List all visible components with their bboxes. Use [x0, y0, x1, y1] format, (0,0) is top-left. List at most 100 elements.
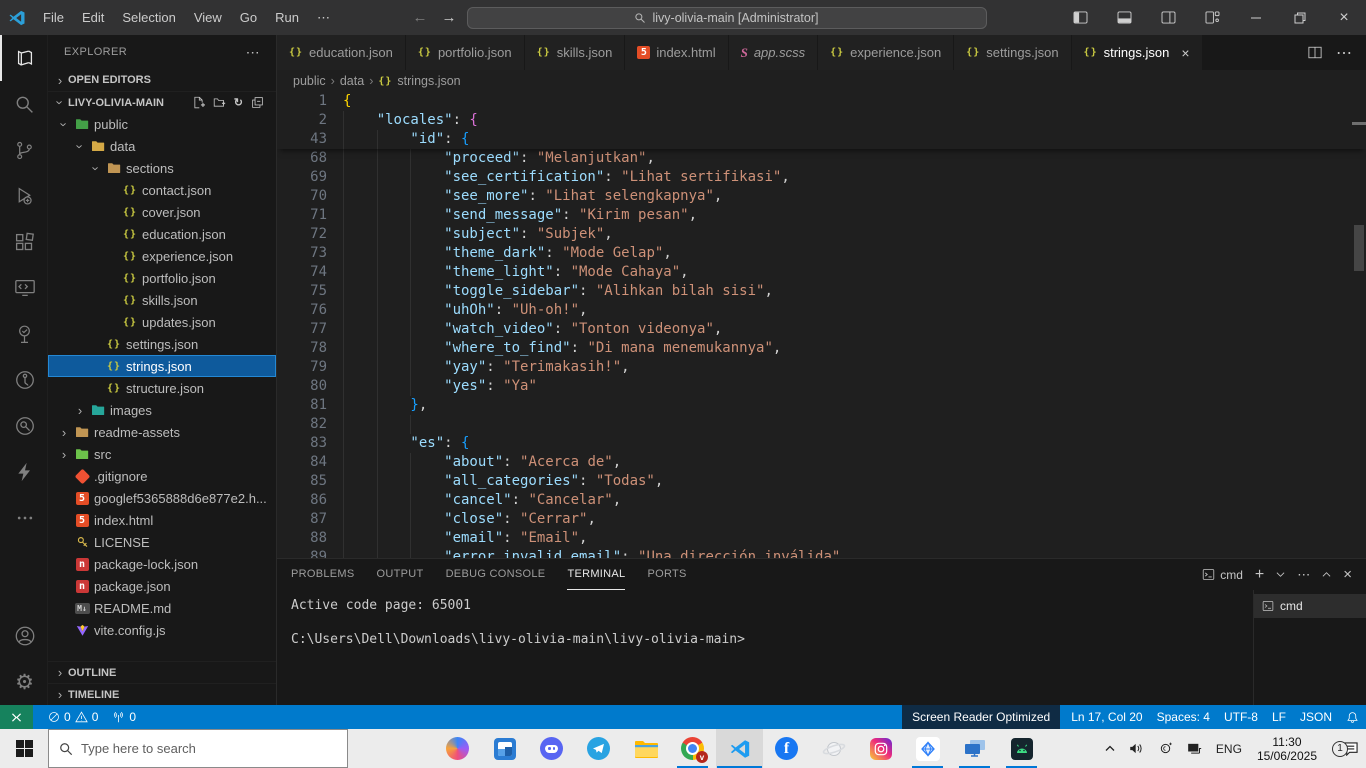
tree-item-contact.json[interactable]: {} contact.json — [48, 179, 276, 201]
close-window-button[interactable]: × — [1324, 1, 1364, 34]
tab-index.html[interactable]: 5index.html — [625, 35, 728, 70]
toggle-secondary-sidebar-icon[interactable] — [1148, 1, 1188, 34]
problems-status[interactable]: 0 0 — [41, 705, 105, 729]
tray-expand-icon[interactable] — [1098, 745, 1122, 752]
history-forward-button[interactable]: → — [442, 9, 457, 26]
remote-indicator[interactable] — [0, 705, 33, 729]
notification-center-icon[interactable]: 1 — [1325, 741, 1366, 757]
open-editors-section[interactable]: ›OPEN EDITORS — [48, 69, 276, 91]
screen-reader-badge[interactable]: Screen Reader Optimized — [902, 705, 1060, 729]
new-folder-icon[interactable] — [213, 96, 226, 109]
taskbar-app-discord[interactable] — [528, 729, 575, 768]
toggle-primary-sidebar-icon[interactable] — [1060, 1, 1100, 34]
panel-tab-ports[interactable]: PORTS — [647, 559, 686, 590]
encoding[interactable]: UTF-8 — [1217, 705, 1265, 729]
tree-item-data[interactable]: › data — [48, 135, 276, 157]
tree-item-skills.json[interactable]: {} skills.json — [48, 289, 276, 311]
taskbar-app-remote-monitors[interactable] — [951, 729, 998, 768]
customize-layout-icon[interactable] — [1192, 1, 1232, 34]
panel-tab-debug-console[interactable]: DEBUG CONSOLE — [446, 559, 546, 590]
source-control-icon[interactable] — [0, 127, 47, 173]
restore-button[interactable] — [1280, 1, 1320, 34]
tree-item-package-lock.json[interactable]: n package-lock.json — [48, 553, 276, 575]
remote-explorer-icon[interactable] — [0, 265, 47, 311]
tab-education.json[interactable]: {}education.json — [277, 35, 406, 70]
tree-item-src[interactable]: › src — [48, 443, 276, 465]
cursor-position[interactable]: Ln 17, Col 20 — [1064, 705, 1149, 729]
gitlens-inspect-icon[interactable] — [0, 403, 47, 449]
breadcrumb-item[interactable]: data — [340, 74, 364, 88]
editor-more-actions-icon[interactable]: ⋯ — [1336, 43, 1352, 63]
tree-item-package.json[interactable]: n package.json — [48, 575, 276, 597]
panel-tab-output[interactable]: OUTPUT — [377, 559, 424, 590]
tree-item-readme-assets[interactable]: › readme-assets — [48, 421, 276, 443]
editor-scrollbar[interactable] — [1352, 92, 1366, 558]
todo-tree-icon[interactable] — [0, 311, 47, 357]
taskbar-app-instagram[interactable] — [857, 729, 904, 768]
menu-run[interactable]: Run — [266, 10, 308, 26]
command-center-search[interactable]: livy-olivia-main [Administrator] — [467, 7, 987, 29]
explorer-icon[interactable] — [0, 35, 47, 81]
thunder-client-icon[interactable] — [0, 449, 47, 495]
refresh-icon[interactable]: ↻ — [234, 96, 243, 109]
tree-item-structure.json[interactable]: {} structure.json — [48, 377, 276, 399]
tree-item-.gitignore[interactable]: .gitignore — [48, 465, 276, 487]
language-mode[interactable]: JSON — [1293, 705, 1339, 729]
tree-item-settings.json[interactable]: {} settings.json — [48, 333, 276, 355]
taskbar-app-diamond[interactable] — [904, 729, 951, 768]
close-tab-icon[interactable]: × — [1181, 45, 1189, 61]
new-terminal-icon[interactable]: + — [1255, 566, 1264, 584]
toggle-panel-icon[interactable] — [1104, 1, 1144, 34]
breadcrumb-item[interactable]: {} strings.json — [378, 74, 460, 88]
taskbar-app-copilot[interactable] — [434, 729, 481, 768]
run-debug-icon[interactable] — [0, 173, 47, 219]
taskbar-app-file-explorer[interactable] — [622, 729, 669, 768]
maximize-panel-icon[interactable] — [1322, 571, 1331, 578]
menu-⋯[interactable]: ⋯ — [308, 10, 339, 26]
minimize-button[interactable] — [1236, 1, 1276, 34]
tray-meet-icon[interactable] — [1151, 742, 1180, 755]
panel-tab-problems[interactable]: PROBLEMS — [291, 559, 355, 590]
menu-edit[interactable]: Edit — [73, 10, 113, 26]
tab-strings.json[interactable]: {}strings.json× — [1072, 35, 1203, 70]
eol-sequence[interactable]: LF — [1265, 705, 1293, 729]
tree-item-cover.json[interactable]: {} cover.json — [48, 201, 276, 223]
taskbar-app-chrome[interactable]: v — [669, 729, 716, 768]
tree-item-googlef5365888d6e877e2.h...[interactable]: 5 googlef5365888d6e877e2.h... — [48, 487, 276, 509]
tree-item-LICENSE[interactable]: LICENSE — [48, 531, 276, 553]
indentation[interactable]: Spaces: 4 — [1150, 705, 1217, 729]
taskbar-app-planet[interactable] — [810, 729, 857, 768]
taskbar-app-facebook[interactable]: f — [763, 729, 810, 768]
tab-settings.json[interactable]: {}settings.json — [954, 35, 1071, 70]
timeline-section[interactable]: ›TIMELINE — [48, 683, 276, 705]
terminal-output[interactable]: Active code page: 65001 C:\Users\Dell\Do… — [277, 590, 1253, 705]
menu-view[interactable]: View — [185, 10, 231, 26]
start-button[interactable] — [0, 729, 48, 768]
settings-gear-icon[interactable]: ⚙ — [0, 659, 47, 705]
breadcrumb-item[interactable]: public — [293, 74, 326, 88]
menu-file[interactable]: File — [34, 10, 73, 26]
menu-go[interactable]: Go — [231, 10, 266, 26]
ports-status[interactable]: 0 — [105, 705, 143, 729]
tab-experience.json[interactable]: {}experience.json — [818, 35, 954, 70]
outline-section[interactable]: ›OUTLINE — [48, 661, 276, 683]
collapse-folders-icon[interactable] — [251, 96, 264, 109]
taskbar-search-input[interactable]: Type here to search — [48, 729, 348, 768]
new-file-icon[interactable] — [192, 96, 205, 109]
tree-item-education.json[interactable]: {} education.json — [48, 223, 276, 245]
explorer-more-actions-icon[interactable]: ⋯ — [246, 44, 260, 61]
tree-item-public[interactable]: › public — [48, 113, 276, 135]
terminal-profile-label[interactable]: cmd — [1202, 568, 1243, 582]
tree-item-README.md[interactable]: M↓ README.md — [48, 597, 276, 619]
taskbar-clock[interactable]: 11:30 15/06/2025 — [1249, 735, 1325, 763]
menu-selection[interactable]: Selection — [113, 10, 184, 26]
close-panel-icon[interactable]: × — [1343, 566, 1352, 583]
language-indicator[interactable]: ENG — [1209, 742, 1249, 756]
tree-item-updates.json[interactable]: {} updates.json — [48, 311, 276, 333]
breadcrumb[interactable]: public›data›{} strings.json — [277, 70, 1366, 92]
tree-item-experience.json[interactable]: {} experience.json — [48, 245, 276, 267]
taskbar-app-vscode[interactable] — [716, 729, 763, 768]
tab-app.scss[interactable]: Sapp.scss — [729, 35, 819, 70]
notifications-bell-icon[interactable] — [1339, 705, 1366, 729]
tree-item-sections[interactable]: › sections — [48, 157, 276, 179]
